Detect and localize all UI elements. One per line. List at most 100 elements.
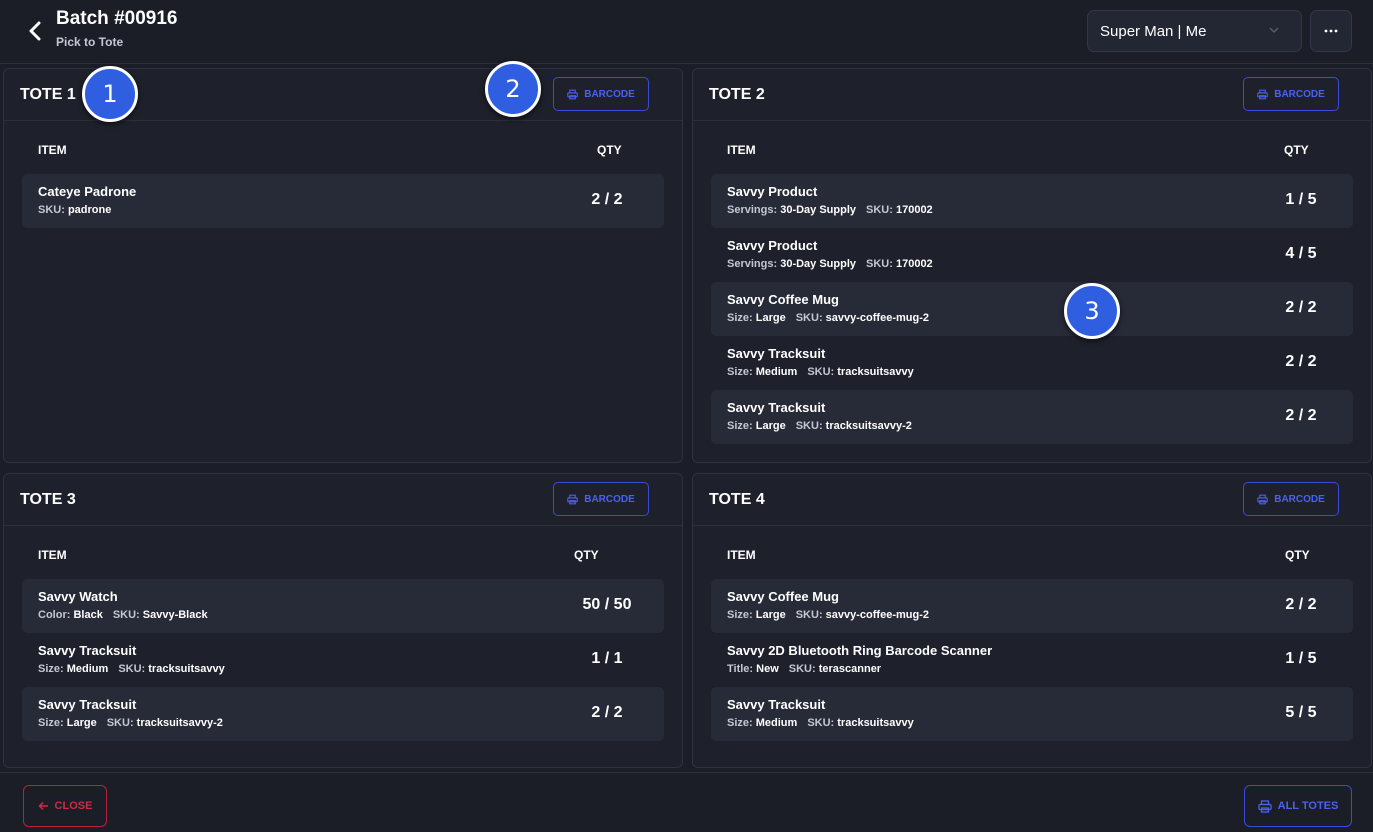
close-button[interactable]: CLOSE	[23, 785, 107, 827]
tote-panel-3: TOTE 3 BARCODE ITEM QTY Savvy Watch Color: Bl…	[3, 473, 683, 768]
attribute-key: Title:	[727, 663, 754, 675]
attribute-key: Size:	[727, 366, 753, 378]
tote-item-row[interactable]: Savvy Tracksuit Size: Large SKU: tracksuit…	[22, 687, 664, 741]
item-quantity: 1 / 5	[1285, 650, 1317, 667]
page-header: Batch #00916 Pick to Tote Super Man | Me	[0, 0, 1373, 64]
attribute-value: Medium	[755, 717, 798, 729]
item-attributes: SKU: padrone	[38, 204, 111, 216]
attribute-key: Size:	[727, 420, 753, 432]
item-quantity: 5 / 5	[1285, 704, 1317, 721]
tote-panel-4: TOTE 4 BARCODE ITEM QTY Savvy Coffee Mug Size…	[692, 473, 1372, 768]
page-subtitle: Pick to Tote	[56, 35, 124, 49]
item-attributes: Color: Black SKU: Savvy-Black	[38, 609, 208, 621]
column-header-qty: QTY	[597, 143, 622, 157]
marker-2: 2	[485, 61, 541, 117]
item-name: Savvy Coffee Mug	[727, 292, 839, 307]
close-button-label: CLOSE	[54, 800, 93, 812]
tote-item-row[interactable]: Savvy Coffee Mug Size: Large SKU: savvy-co…	[711, 282, 1353, 336]
page-footer: CLOSE ALL TOTES	[0, 772, 1373, 832]
attribute-value: tracksuitsavvy-2	[136, 717, 223, 729]
printer-icon	[1257, 494, 1268, 504]
item-name: Savvy Coffee Mug	[727, 589, 839, 604]
attribute-value: Savvy-Black	[142, 609, 208, 621]
attribute-value: savvy-coffee-mug-2	[825, 609, 929, 621]
tote-title: TOTE 4	[709, 491, 765, 508]
all-totes-label: ALL TOTES	[1277, 800, 1339, 812]
attribute-key: SKU:	[795, 312, 823, 324]
tote-item-row[interactable]: Savvy Tracksuit Size: Large SKU: tracksuit…	[711, 390, 1353, 444]
more-options-button[interactable]	[1310, 10, 1352, 52]
attribute-value: 170002	[895, 258, 933, 270]
attribute-key: Color:	[38, 609, 71, 621]
page-title: Batch #00916	[56, 8, 178, 29]
attribute-value: tracksuitsavvy-2	[825, 420, 912, 432]
attribute-key: SKU:	[866, 204, 893, 216]
attribute-key: SKU:	[807, 366, 835, 378]
marker-1: 1	[82, 66, 138, 122]
tote-header: TOTE 2 BARCODE	[693, 69, 1371, 121]
item-quantity: 2 / 2	[1285, 407, 1317, 424]
print-barcode-button[interactable]: BARCODE	[553, 77, 649, 111]
column-header-qty: QTY	[1285, 548, 1310, 562]
attribute-value: Large	[755, 420, 786, 432]
attribute-key: Size:	[38, 717, 64, 729]
tote-item-row[interactable]: Savvy Product Servings: 30-Day Supply SKU:…	[711, 228, 1353, 282]
item-quantity: 1 / 5	[1285, 191, 1317, 208]
attribute-value: New	[756, 663, 779, 675]
attribute-value: 30-Day Supply	[780, 258, 857, 270]
attribute-value: Large	[755, 609, 786, 621]
attribute-value: Medium	[755, 366, 798, 378]
item-attributes: Size: Medium SKU: tracksuitsavvy	[727, 366, 914, 378]
marker-3: 3	[1064, 283, 1120, 339]
printer-icon	[1257, 89, 1268, 99]
arrow-left-icon	[37, 801, 48, 811]
tote-panel-1: TOTE 1 BARCODE ITEM QTY Cateye Padrone SKU: p…	[3, 68, 683, 463]
tote-item-row[interactable]: Savvy Coffee Mug Size: Large SKU: savvy-co…	[711, 579, 1353, 633]
tote-item-row[interactable]: Savvy 2D Bluetooth Ring Barcode Scanner T…	[711, 633, 1353, 687]
attribute-value: savvy-coffee-mug-2	[825, 312, 929, 324]
attribute-value: Large	[755, 312, 786, 324]
attribute-key: SKU:	[106, 717, 134, 729]
tote-item-row[interactable]: Savvy Product Servings: 30-Day Supply SKU:…	[711, 174, 1353, 228]
tote-title: TOTE 1	[20, 86, 76, 103]
tote-item-row[interactable]: Savvy Tracksuit Size: Medium SKU: tracksui…	[711, 336, 1353, 390]
column-header-item: ITEM	[727, 143, 756, 157]
item-quantity: 2 / 2	[591, 191, 623, 208]
tote-item-row[interactable]: Savvy Tracksuit Size: Medium SKU: tracksui…	[22, 633, 664, 687]
column-header-item: ITEM	[727, 548, 756, 562]
attribute-key: SKU:	[38, 204, 65, 216]
item-name: Savvy Product	[727, 238, 818, 253]
tote-item-row[interactable]: Savvy Tracksuit Size: Medium SKU: tracksui…	[711, 687, 1353, 741]
ellipsis-icon	[1324, 29, 1338, 33]
item-name: Savvy Tracksuit	[727, 346, 826, 361]
tote-header: TOTE 3 BARCODE	[4, 474, 682, 526]
user-select[interactable]: Super Man | Me	[1087, 10, 1302, 52]
attribute-key: SKU:	[807, 717, 835, 729]
print-barcode-button[interactable]: BARCODE	[1243, 77, 1339, 111]
attribute-value: tracksuitsavvy	[148, 663, 225, 675]
item-name: Savvy Tracksuit	[727, 697, 826, 712]
print-barcode-button[interactable]: BARCODE	[553, 482, 649, 516]
attribute-value: 30-Day Supply	[780, 204, 857, 216]
attribute-key: SKU:	[788, 663, 816, 675]
back-button[interactable]	[24, 18, 46, 44]
column-header-item: ITEM	[38, 548, 67, 562]
item-name: Savvy Tracksuit	[38, 643, 137, 658]
print-barcode-button[interactable]: BARCODE	[1243, 482, 1339, 516]
tote-title: TOTE 3	[20, 491, 76, 508]
printer-icon	[567, 494, 578, 504]
attribute-value: Large	[66, 717, 97, 729]
item-name: Cateye Padrone	[38, 184, 137, 199]
tote-item-row[interactable]: Cateye Padrone SKU: padrone 2 / 2	[22, 174, 664, 228]
attribute-key: SKU:	[866, 258, 893, 270]
attribute-key: SKU:	[795, 420, 823, 432]
item-attributes: Size: Medium SKU: tracksuitsavvy	[727, 717, 914, 729]
attribute-key: Size:	[727, 717, 753, 729]
attribute-value: Black	[73, 609, 103, 621]
item-quantity: 2 / 2	[591, 704, 623, 721]
item-name: Savvy 2D Bluetooth Ring Barcode Scanner	[727, 643, 993, 658]
attribute-key: SKU:	[112, 609, 140, 621]
attribute-value: tracksuitsavvy	[837, 366, 914, 378]
tote-item-row[interactable]: Savvy Watch Color: Black SKU: Savvy-Black 5…	[22, 579, 664, 633]
print-all-totes-button[interactable]: ALL TOTES	[1244, 785, 1352, 827]
